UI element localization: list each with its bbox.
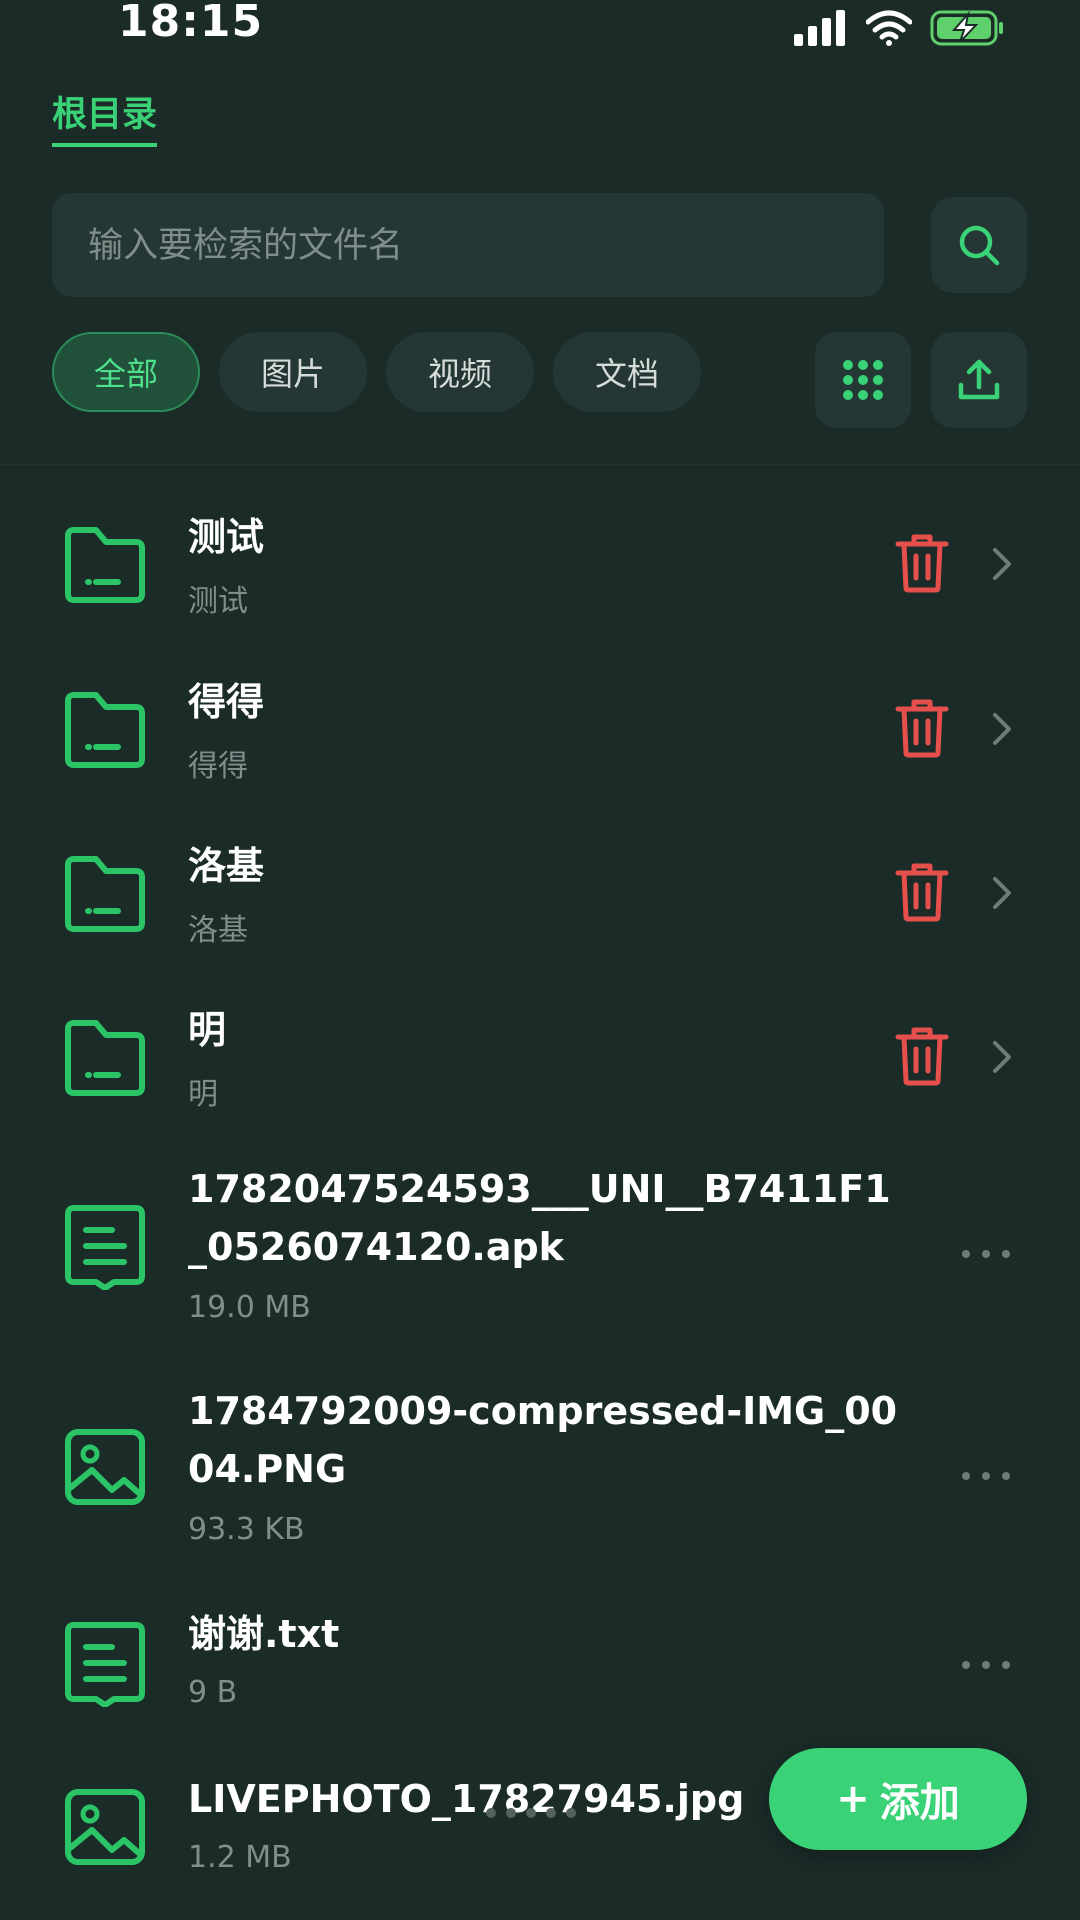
filter-chip-label: 图片 [260,355,325,393]
filter-chip-all[interactable]: 全部 [52,332,200,412]
search-button[interactable] [931,197,1027,293]
folder-icon [65,1020,145,1096]
file-size: 1.2 MB [188,1840,292,1875]
folder-subtitle: 明 [188,1077,218,1112]
file-size: 9 B [188,1675,238,1710]
more-options-icon[interactable] [958,1657,1014,1673]
status-bar: 18:15 [0,0,1080,56]
more-options-icon[interactable] [958,1468,1014,1484]
chevron-right-icon[interactable] [990,1037,1014,1077]
status-time: 18:15 [118,0,264,47]
folder-row[interactable]: 得得 得得 [0,665,1080,795]
folder-subtitle: 得得 [188,749,248,784]
file-size: 19.0 MB [188,1290,311,1325]
view-toggle-button[interactable] [815,332,911,428]
more-options-icon[interactable] [958,1246,1014,1262]
chevron-right-icon[interactable] [990,709,1014,749]
battery-charging-icon [930,10,1003,46]
trash-icon[interactable] [894,1025,950,1087]
trash-icon[interactable] [894,861,950,923]
filter-chip-videos[interactable]: 视频 [386,332,534,412]
file-name: 1782047524593___UNI__B7411F1_0526074120.… [188,1167,891,1269]
folder-name: 洛基 [188,844,265,888]
image-icon [65,1789,145,1865]
file-size: 93.3 KB [188,1512,305,1547]
search-icon [959,225,1000,266]
folder-icon [65,527,145,603]
document-icon [65,1622,145,1707]
chevron-right-icon[interactable] [990,873,1014,913]
file-row[interactable]: 1784792009-compressed-IMG_0004.PNG 93.3 … [0,1382,1080,1552]
file-row[interactable]: 1782047524593___UNI__B7411F1_0526074120.… [0,1160,1080,1330]
folder-row[interactable]: 测试 测试 [0,500,1080,630]
folder-row[interactable]: 明 明 [0,993,1080,1123]
signal-icon [794,10,845,46]
folder-name: 明 [188,1008,227,1052]
trash-icon[interactable] [894,697,950,759]
document-icon [65,1205,145,1290]
upload-button[interactable] [931,332,1027,428]
breadcrumb-root[interactable]: 根目录 [52,86,158,147]
filter-chip-documents[interactable]: 文档 [553,332,701,412]
status-icons [792,8,1006,48]
filter-chip-label: 视频 [427,355,492,393]
search-box [52,193,884,299]
file-row[interactable]: 谢谢.txt 9 B [0,1605,1080,1735]
filter-chip-images[interactable]: 图片 [219,332,367,412]
folder-subtitle: 测试 [188,584,248,619]
plus-icon: + [836,1776,870,1822]
folder-row[interactable]: 洛基 洛基 [0,829,1080,959]
search-input[interactable] [86,193,870,299]
file-name: 1784792009-compressed-IMG_0004.PNG [188,1389,898,1491]
folder-icon [65,856,145,932]
list-divider [0,464,1080,465]
grid-icon [843,360,883,400]
folder-icon [65,692,145,768]
folder-name: 得得 [188,680,265,724]
wifi-icon [866,10,912,46]
file-name: 谢谢.txt [188,1612,340,1656]
page-indicator [486,1808,576,1818]
add-button[interactable]: + 添加 [769,1748,1027,1850]
folder-name: 测试 [188,515,265,559]
filter-chip-label: 文档 [594,355,659,393]
chevron-right-icon[interactable] [990,544,1014,584]
upload-icon [958,359,1000,400]
image-icon [65,1429,145,1505]
filter-chip-label: 全部 [93,355,158,393]
add-button-label: 添加 [879,1780,960,1826]
folder-subtitle: 洛基 [188,913,248,948]
trash-icon[interactable] [894,532,950,594]
